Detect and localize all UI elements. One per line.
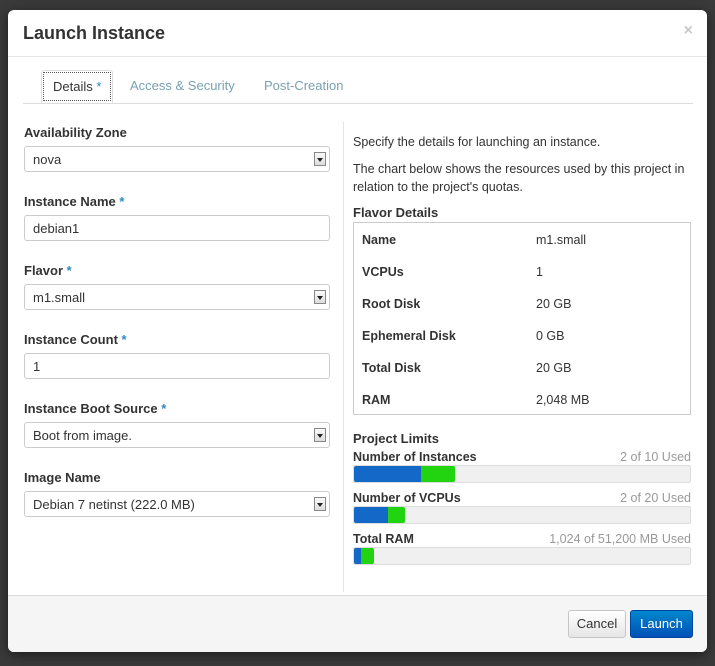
boot-source-select[interactable]: Boot from image. (24, 422, 330, 448)
tab-access-security[interactable]: Access & Security (130, 70, 235, 101)
instance-name-input[interactable]: debian1 (24, 215, 330, 241)
launch-instance-modal: Launch Instance × Details * Access & Sec… (8, 10, 707, 652)
dropdown-arrow-icon (314, 497, 326, 511)
quota-added-fill (388, 507, 405, 523)
quota-bar (353, 465, 691, 483)
image-name-label: Image Name (24, 470, 101, 485)
quota-added-fill (361, 548, 374, 564)
boot-source-label: Instance Boot Source * (24, 401, 167, 416)
project-limits-heading: Project Limits (353, 431, 439, 446)
dropdown-arrow-icon (314, 428, 326, 442)
modal-footer: Cancel Launch (8, 595, 707, 652)
tab-post-creation[interactable]: Post-Creation (264, 70, 343, 101)
tab-bar: Details * Access & Security Post-Creatio… (23, 69, 693, 104)
tab-details[interactable]: Details * (41, 70, 114, 103)
flavor-select[interactable]: m1.small (24, 284, 330, 310)
quota-used-fill (354, 466, 421, 482)
flavor-label: Flavor * (24, 263, 72, 278)
instance-count-label: Instance Count * (24, 332, 127, 347)
help-text-2: The chart below shows the resources used… (353, 162, 685, 194)
help-text-1: Specify the details for launching an ins… (353, 135, 601, 149)
required-marker: * (96, 79, 102, 94)
image-name-select[interactable]: Debian 7 netinst (222.0 MB) (24, 491, 330, 517)
launch-button[interactable]: Launch (630, 610, 693, 638)
availability-zone-select[interactable]: nova (24, 146, 330, 172)
dropdown-arrow-icon (314, 152, 326, 166)
flavor-details-table: Name m1.small VCPUs 1 Root Disk 20 GB Ephem… (353, 222, 691, 415)
cancel-button[interactable]: Cancel (568, 610, 626, 638)
quota-used-fill (354, 548, 361, 564)
quota-bar (353, 506, 691, 524)
modal-header: Launch Instance × (8, 10, 707, 57)
close-icon[interactable]: × (684, 22, 693, 40)
availability-zone-label: Availability Zone (24, 125, 127, 140)
quota-bar (353, 547, 691, 565)
dropdown-arrow-icon (314, 290, 326, 304)
instance-name-label: Instance Name * (24, 194, 125, 209)
instance-count-input[interactable]: 1 (24, 353, 330, 379)
quota-used-fill (354, 507, 388, 523)
quota-added-fill (421, 466, 455, 482)
modal-title: Launch Instance (23, 23, 166, 43)
flavor-details-heading: Flavor Details (353, 205, 439, 220)
column-divider (343, 122, 344, 592)
tab-details-label: Details (53, 79, 93, 94)
